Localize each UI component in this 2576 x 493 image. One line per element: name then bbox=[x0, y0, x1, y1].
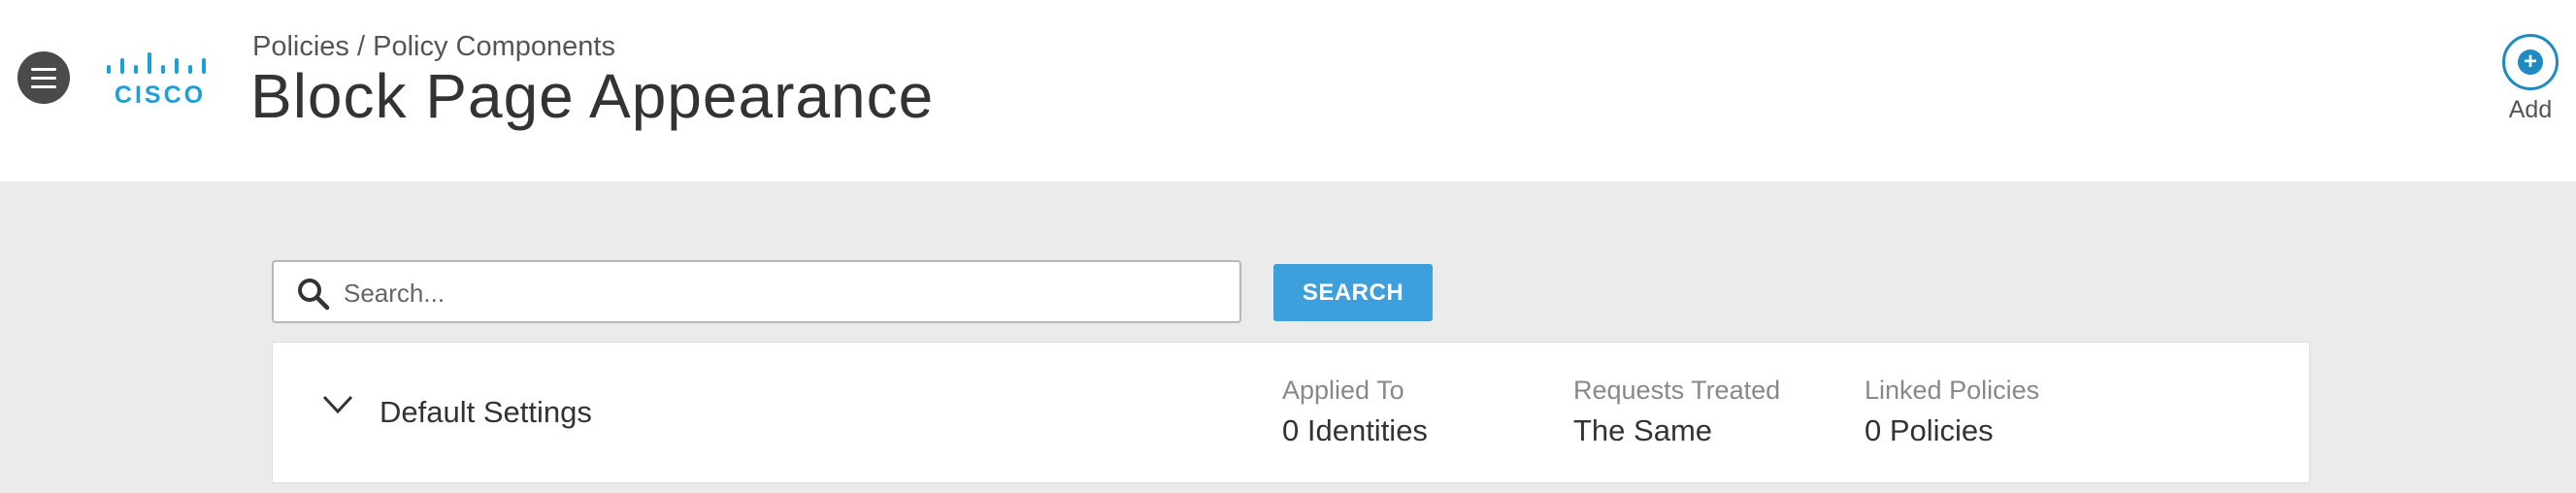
breadcrumb: Policies / Policy Components bbox=[252, 31, 615, 63]
cisco-bridge-icon bbox=[107, 52, 206, 74]
search-input[interactable] bbox=[342, 272, 1219, 314]
stat-label: Requests Treated bbox=[1573, 376, 1781, 405]
add-button[interactable]: + Add bbox=[2501, 34, 2559, 124]
search-icon bbox=[298, 279, 330, 311]
breadcrumb-separator: / bbox=[348, 31, 374, 62]
add-label: Add bbox=[2508, 96, 2553, 123]
plus-circle-icon[interactable]: + bbox=[2502, 34, 2559, 90]
stat-label: Applied To bbox=[1282, 376, 1404, 405]
stat-label: Linked Policies bbox=[1865, 376, 2040, 405]
search-box[interactable] bbox=[272, 260, 1241, 323]
stat-value: 0 Policies bbox=[1865, 413, 1994, 447]
breadcrumb-item-policy-components[interactable]: Policy Components bbox=[373, 31, 615, 63]
stat-applied-to: Applied To 0 Identities bbox=[1282, 376, 1428, 448]
chevron-down-icon[interactable] bbox=[321, 393, 354, 416]
page-header: CISCO Policies / Policy Components Block… bbox=[0, 0, 2576, 181]
search-button[interactable]: SEARCH bbox=[1273, 264, 1433, 321]
row-title: Default Settings bbox=[380, 395, 592, 429]
logo-text: CISCO bbox=[114, 82, 207, 109]
stat-linked-policies: Linked Policies 0 Policies bbox=[1865, 376, 2039, 448]
stat-value: The Same bbox=[1573, 413, 1713, 447]
stat-value: 0 Identities bbox=[1282, 413, 1428, 447]
default-settings-row[interactable]: Default Settings Applied To 0 Identities… bbox=[272, 342, 2310, 483]
page-title: Block Page Appearance bbox=[250, 61, 935, 131]
stat-requests-treated: Requests Treated The Same bbox=[1573, 376, 1780, 448]
breadcrumb-item-policies[interactable]: Policies bbox=[252, 31, 349, 63]
cisco-logo: CISCO bbox=[105, 52, 215, 109]
hamburger-menu-icon[interactable] bbox=[17, 51, 70, 104]
